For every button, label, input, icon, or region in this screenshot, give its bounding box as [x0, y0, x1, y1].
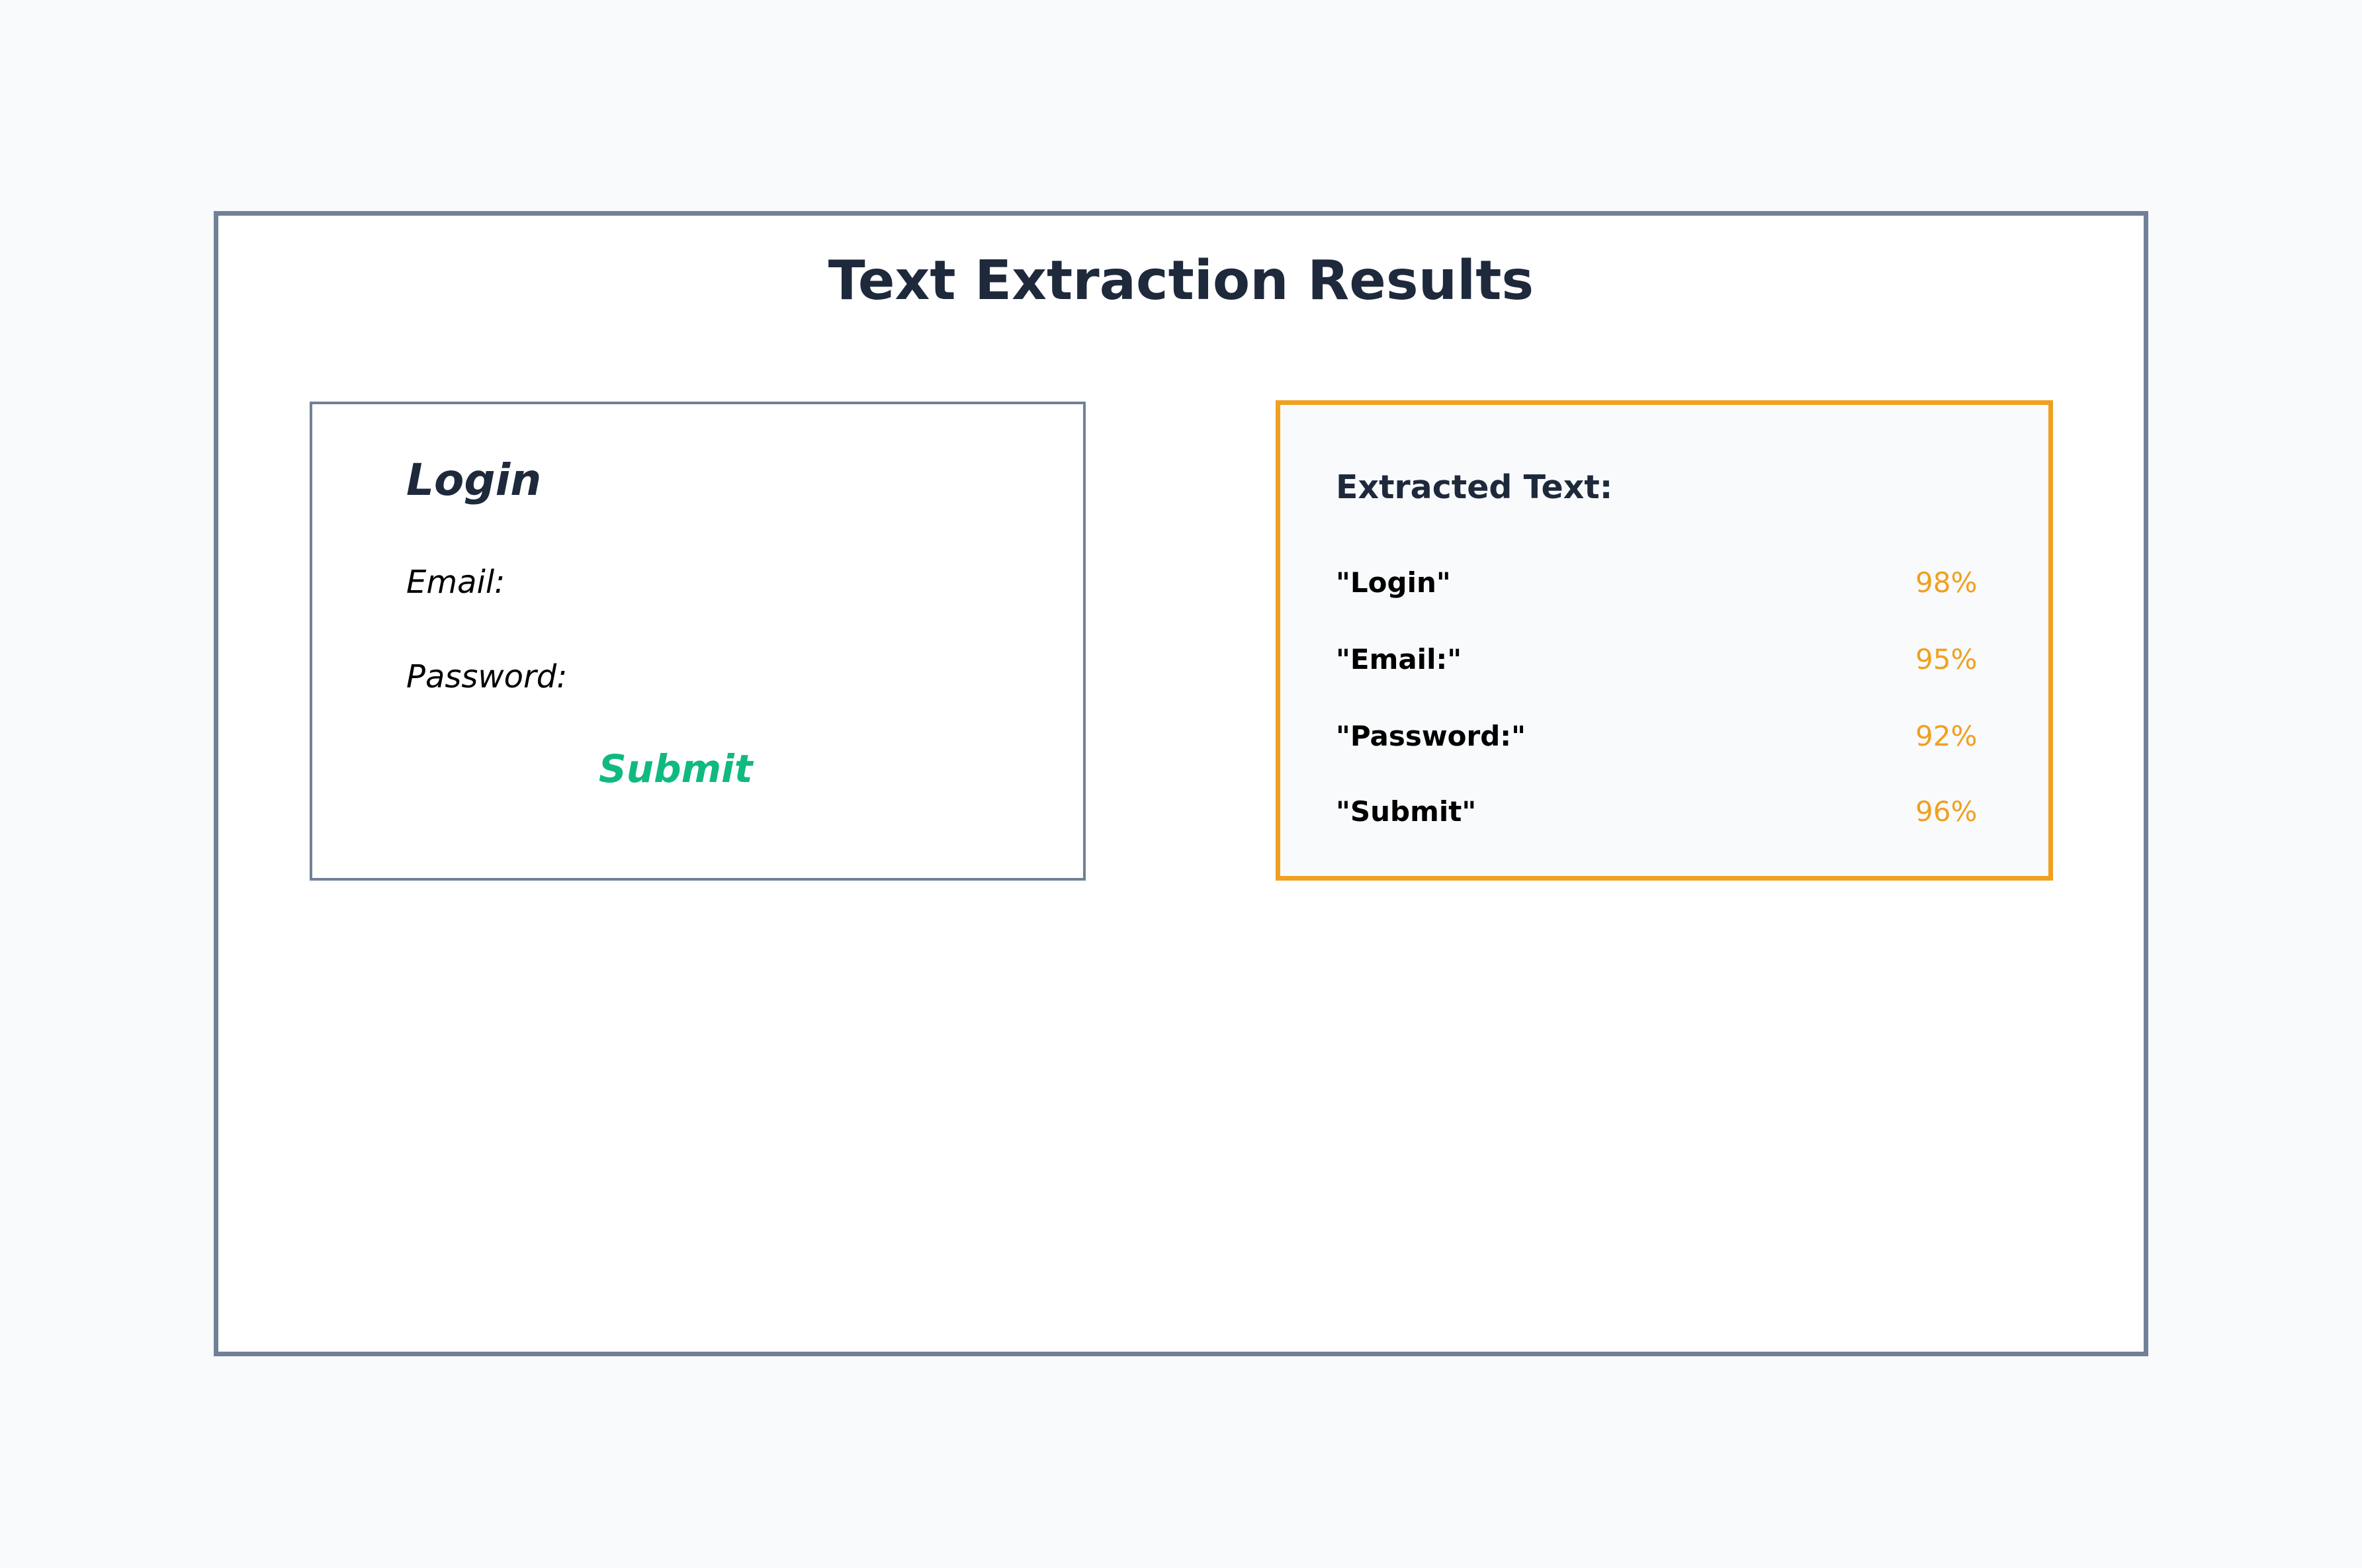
submit-label: Submit	[599, 746, 753, 791]
extracted-item-confidence: 92%	[1915, 720, 1978, 752]
extracted-item-text: "Login"	[1336, 566, 1451, 599]
extracted-item-text: "Submit"	[1336, 795, 1477, 828]
extracted-item-text: "Email:"	[1336, 643, 1462, 675]
extracted-text-heading: Extracted Text:	[1336, 468, 1613, 506]
login-heading: Login	[406, 455, 542, 505]
extracted-item-confidence: 96%	[1915, 795, 1978, 828]
page-title: Text Extraction Results	[828, 249, 1534, 312]
extracted-item-confidence: 95%	[1915, 643, 1978, 675]
extracted-item-text: "Password:"	[1336, 720, 1526, 752]
email-label: Email:	[406, 564, 505, 601]
extracted-item-confidence: 98%	[1915, 566, 1978, 599]
password-label: Password:	[406, 658, 568, 695]
